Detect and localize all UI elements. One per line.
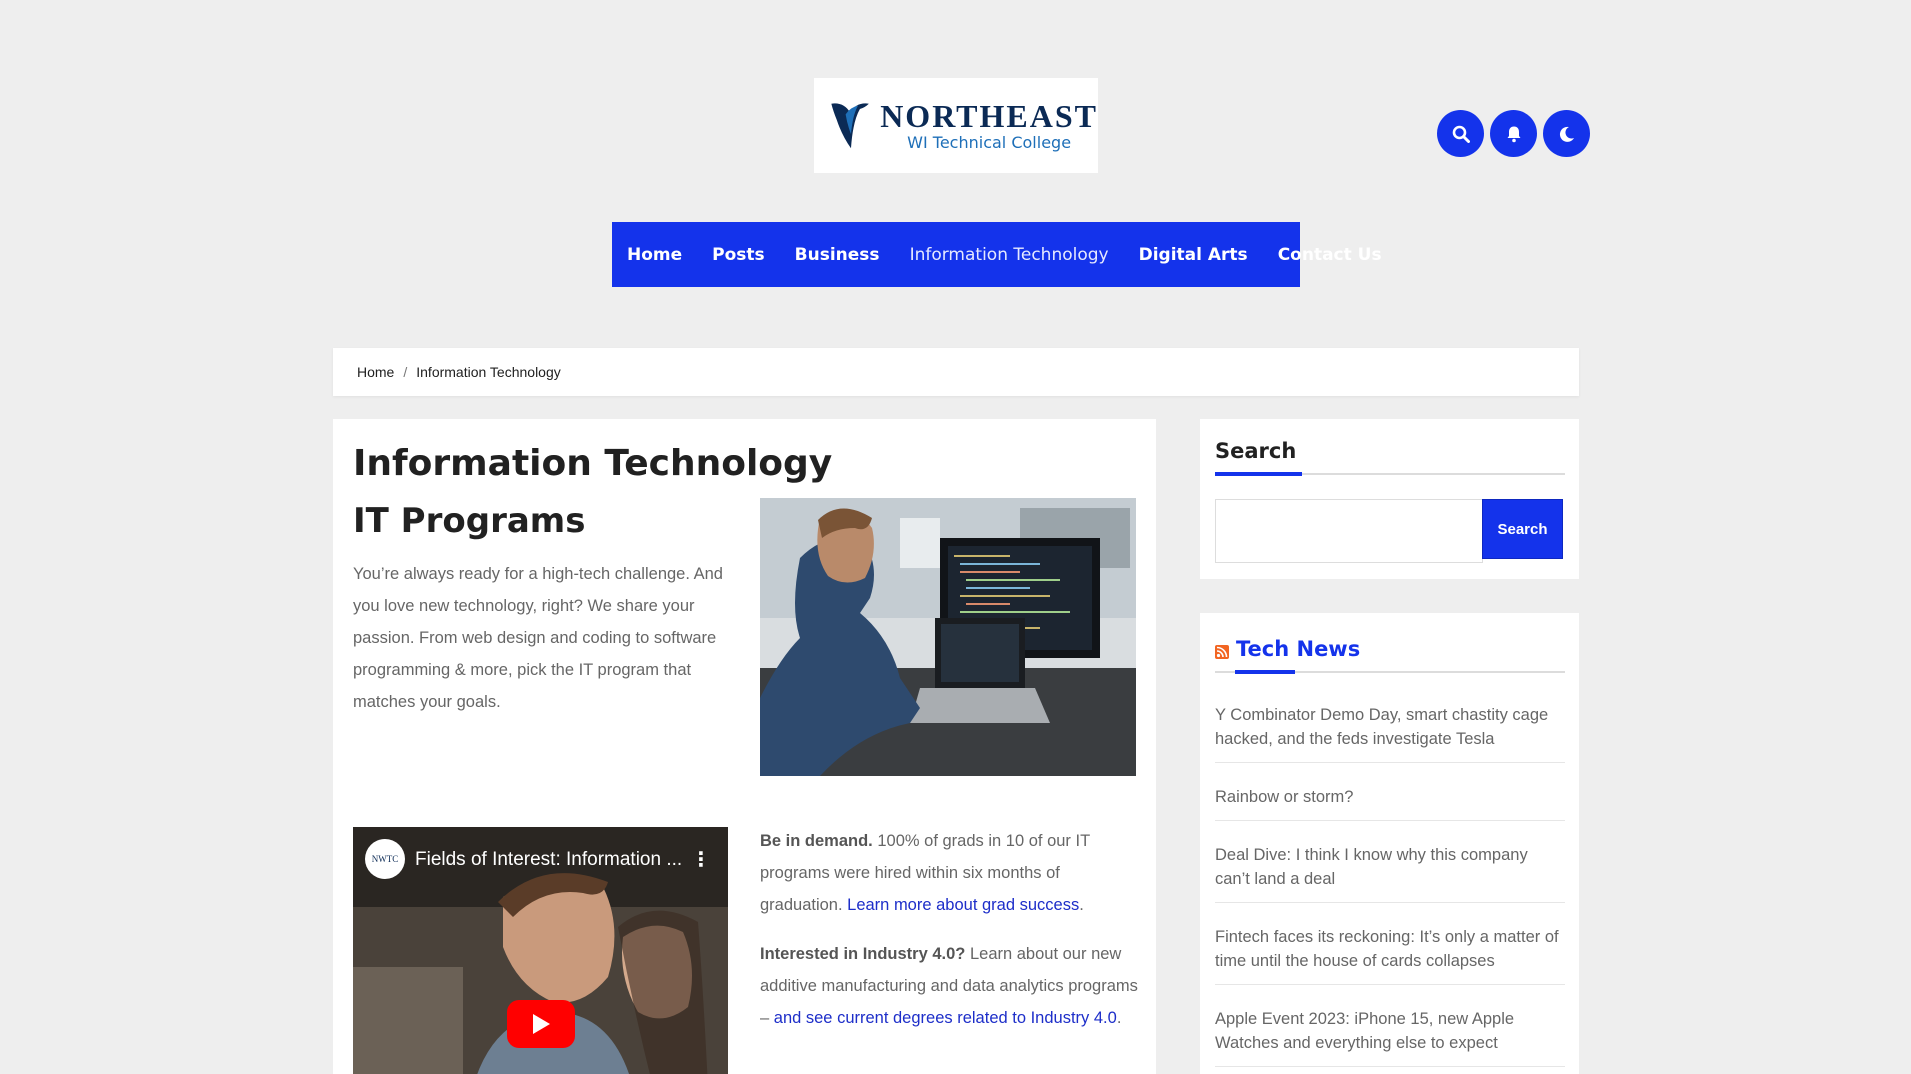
video-player[interactable]: NWTC Fields of Interest: Information ...… [353,827,728,1074]
tech-news-rule [1215,670,1565,674]
nav-item-home[interactable]: Home [627,245,682,265]
breadcrumb: Home / Information Technology [333,348,1579,396]
nav-item-information-technology[interactable]: Information Technology [910,245,1109,265]
play-button[interactable] [507,1000,575,1048]
search-input[interactable] [1215,499,1483,563]
rss-icon [1215,645,1229,659]
notifications-button[interactable] [1490,110,1537,157]
moon-icon [1559,126,1574,142]
news-item[interactable]: Fintech faces its reckoning: It’s only a… [1215,925,1565,985]
hero-image-developer [760,498,1136,776]
play-icon [533,1014,550,1034]
news-item[interactable]: Deal Dive: I think I know why this compa… [1215,843,1565,903]
industry-40-end: . [1116,1009,1122,1027]
header-actions [1437,110,1590,157]
breadcrumb-home[interactable]: Home [357,364,394,380]
main-content: Information Technology IT Programs You’r… [333,419,1156,1074]
grad-success-link[interactable]: Learn more about grad success [847,896,1079,914]
breadcrumb-separator: / [403,364,408,380]
more-vertical-icon[interactable]: ⋮ [691,847,711,872]
search-widget-rule [1215,472,1565,476]
tech-news-widget: Tech News Y Combinator Demo Day, smart c… [1200,613,1579,1074]
nav-item-business[interactable]: Business [795,245,880,265]
news-list: Y Combinator Demo Day, smart chastity ca… [1215,703,1565,1074]
news-item[interactable]: Y Combinator Demo Day, smart chastity ca… [1215,703,1565,763]
page-title: Information Technology [353,443,833,484]
section-title: IT Programs [353,501,586,541]
search-widget: Search Search [1200,419,1579,579]
grad-success-end: . [1079,896,1084,914]
search-widget-title: Search [1215,439,1297,463]
site-logo[interactable]: NORTHEAST WI Technical College [814,78,1098,173]
intro-paragraph: You’re always ready for a high-tech chal… [353,565,723,711]
tech-news-title[interactable]: Tech News [1236,637,1360,661]
channel-logo[interactable]: NWTC [365,839,405,879]
logo-subtitle: WI Technical College [907,132,1072,152]
search-button[interactable] [1437,110,1484,157]
grad-success-paragraph: Be in demand. 100% of grads in 10 of our… [760,825,1140,921]
dark-mode-toggle[interactable] [1543,110,1590,157]
news-item[interactable]: Apple Event 2023: iPhone 15, new Apple W… [1215,1007,1565,1067]
industry-40-heading: Interested in Industry 4.0? [760,945,966,963]
shield-logo-icon [829,96,871,154]
news-item[interactable]: Rainbow or storm? [1215,785,1565,821]
bell-icon [1507,126,1520,142]
grad-success-heading: Be in demand. [760,832,873,850]
nav-item-digital-arts[interactable]: Digital Arts [1139,245,1248,265]
video-title[interactable]: Fields of Interest: Information ... [415,849,682,871]
industry-40-paragraph: Interested in Industry 4.0? Learn about … [760,938,1140,1034]
search-icon [1452,125,1470,143]
main-nav: Home Posts Business Information Technolo… [612,222,1382,287]
breadcrumb-current: Information Technology [416,364,561,380]
logo-title: NORTHEAST [880,97,1098,134]
nav-item-posts[interactable]: Posts [712,245,765,265]
industry-40-link[interactable]: and see current degrees related to Indus… [774,1009,1117,1027]
search-submit-button[interactable]: Search [1482,499,1563,559]
nav-item-contact-us[interactable]: Contact Us [1278,245,1382,265]
